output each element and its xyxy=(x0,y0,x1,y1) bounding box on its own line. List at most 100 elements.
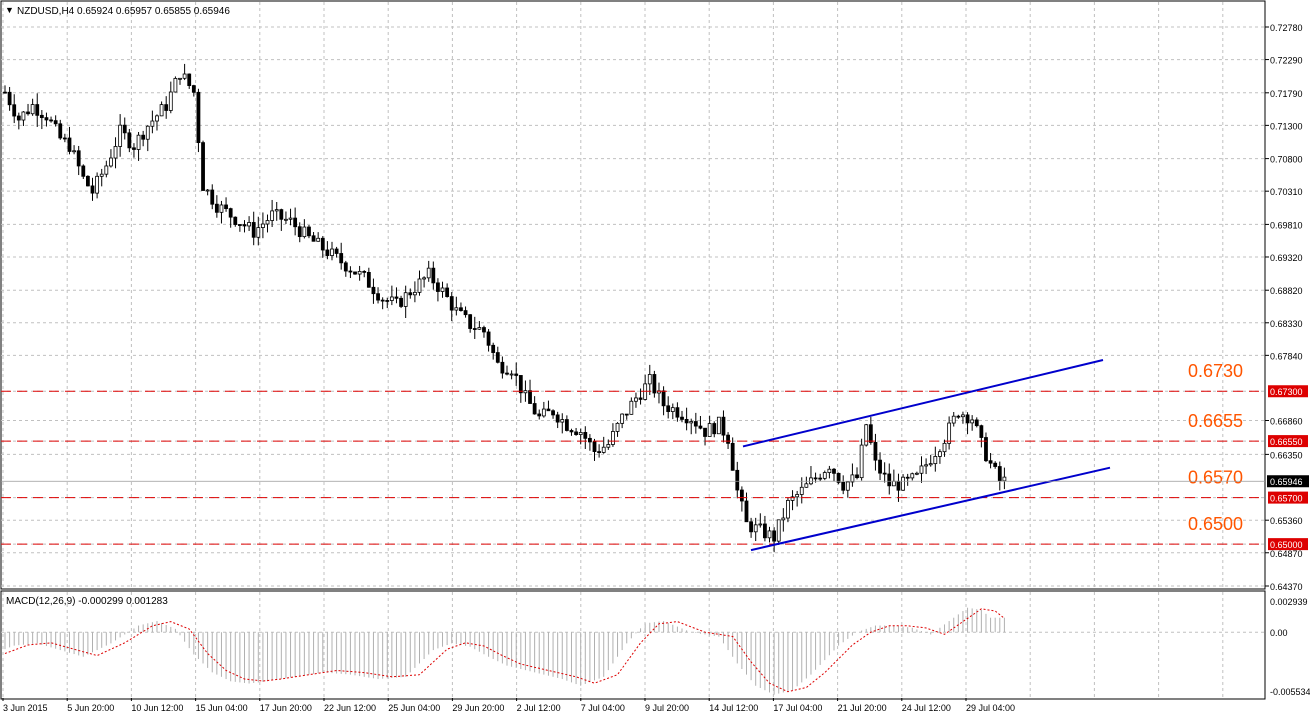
candle-body xyxy=(624,413,629,416)
candle-body xyxy=(293,217,298,228)
candle-body xyxy=(799,486,804,495)
price-panel[interactable] xyxy=(0,0,1266,590)
candle-body xyxy=(187,73,192,86)
candle-body xyxy=(528,390,532,404)
candle-body xyxy=(463,310,468,316)
candle-body xyxy=(910,473,915,479)
candle-body xyxy=(182,73,187,79)
candle-body xyxy=(81,165,86,177)
candle-body xyxy=(587,437,592,443)
candle-body xyxy=(541,408,546,417)
candle-body xyxy=(394,296,399,299)
candle-body xyxy=(270,210,275,221)
candle-body xyxy=(726,434,730,444)
candle-body xyxy=(703,427,707,437)
candle-body xyxy=(988,460,993,464)
candle-body xyxy=(537,413,542,417)
price-tick-label: 0.72780 xyxy=(1270,23,1303,33)
candle-body xyxy=(279,209,284,220)
time-tick-label: 29 Jun 20:00 xyxy=(452,703,504,713)
candle-body xyxy=(173,78,178,93)
candle-body xyxy=(938,451,942,457)
candle-body xyxy=(864,424,869,446)
candle-body xyxy=(477,327,482,330)
macd-tick-label: -0.005534 xyxy=(1270,687,1310,697)
candle-body xyxy=(307,226,311,237)
candle-body xyxy=(412,291,417,296)
candle-body xyxy=(606,444,611,448)
price-tick-label: 0.70800 xyxy=(1270,155,1303,165)
candle-body xyxy=(385,300,390,302)
candle-body xyxy=(422,277,427,280)
time-tick-label: 7 Jul 04:00 xyxy=(581,703,625,713)
candle-body xyxy=(574,431,578,435)
candle-body xyxy=(758,523,763,526)
candle-body xyxy=(302,226,307,238)
candle-body xyxy=(320,237,325,251)
candle-body xyxy=(214,203,219,213)
candle-body xyxy=(366,271,371,288)
candle-body xyxy=(689,421,694,424)
candle-body xyxy=(615,422,620,432)
candle-body xyxy=(431,267,436,284)
candle-body xyxy=(578,432,583,435)
candle-body xyxy=(343,262,348,272)
candle-body xyxy=(99,173,104,177)
candle-body xyxy=(491,344,496,353)
candle-body xyxy=(449,296,454,311)
collapse-arrow-icon[interactable]: ▼ xyxy=(5,5,14,15)
candle-body xyxy=(781,517,786,521)
candle-body xyxy=(611,431,615,445)
time-axis: 3 Jun 2015 5 Jun 20:00 10 Jun 12:00 15 Jun … xyxy=(2,698,1015,713)
candle-body xyxy=(118,124,123,147)
macd-tick-label: 0.002939 xyxy=(1270,597,1308,607)
candle-body xyxy=(49,119,53,122)
time-tick-label: 22 Jun 12:00 xyxy=(324,703,376,713)
candle-body xyxy=(776,519,781,542)
candle-body xyxy=(76,150,81,167)
candle-body xyxy=(237,224,242,226)
candle-body xyxy=(201,142,205,191)
candle-body xyxy=(132,147,136,150)
time-tick-label: 17 Jun 20:00 xyxy=(260,703,312,713)
candle-body xyxy=(472,328,477,330)
time-tick-label: 24 Jul 12:00 xyxy=(902,703,951,713)
macd-panel[interactable] xyxy=(0,590,1266,700)
candle-body xyxy=(348,270,353,273)
candle-body xyxy=(942,442,947,453)
level-label: 0.6500 xyxy=(1188,514,1243,534)
candle-body xyxy=(90,185,95,194)
candle-body xyxy=(371,286,376,295)
candle-body xyxy=(951,415,956,424)
candle-body xyxy=(265,220,270,225)
candle-body xyxy=(859,444,864,479)
candle-body xyxy=(772,530,777,542)
candle-body xyxy=(205,189,210,192)
candle-body xyxy=(919,465,924,474)
candle-body xyxy=(219,204,224,213)
candle-body xyxy=(620,413,625,424)
candle-body xyxy=(228,208,233,218)
level-axis-text: 0.65700 xyxy=(1270,494,1303,504)
time-tick-label: 29 Jul 04:00 xyxy=(966,703,1015,713)
candle-body xyxy=(744,500,749,523)
candle-body xyxy=(956,415,961,418)
candle-body xyxy=(247,222,251,227)
candle-body xyxy=(887,473,892,487)
candle-body xyxy=(210,189,215,205)
candle-body xyxy=(482,327,486,333)
candle-body xyxy=(878,459,882,474)
candle-body xyxy=(95,175,100,194)
candle-body xyxy=(30,104,35,115)
candle-body xyxy=(730,442,735,471)
candle-body xyxy=(505,372,509,375)
time-tick-label: 17 Jul 04:00 xyxy=(773,703,822,713)
time-tick-label: 14 Jul 12:00 xyxy=(709,703,758,713)
price-tick-label: 0.64870 xyxy=(1270,549,1303,559)
candle-body xyxy=(698,425,703,429)
candle-body xyxy=(786,500,790,519)
time-tick-label: 15 Jun 04:00 xyxy=(196,703,248,713)
candle-body xyxy=(39,114,44,119)
candle-body xyxy=(712,423,717,435)
candle-body xyxy=(855,474,859,479)
